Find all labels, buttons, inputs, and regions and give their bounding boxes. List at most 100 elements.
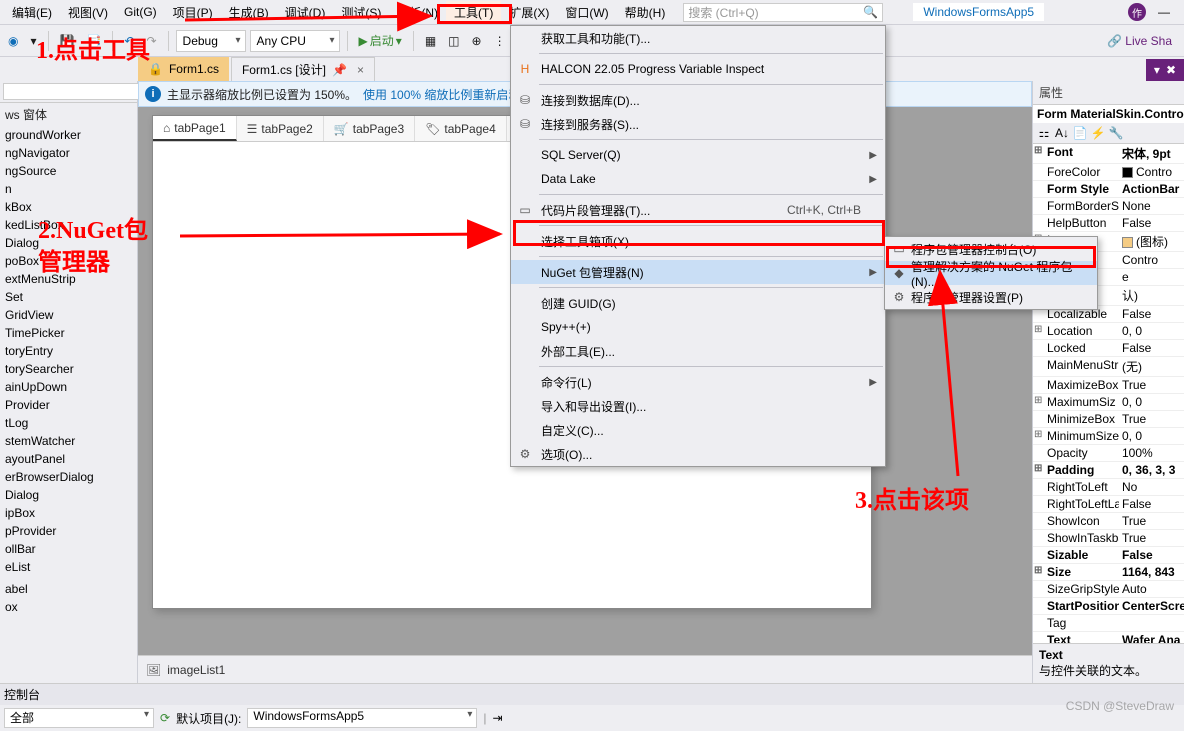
tool-icon-1[interactable]: ▦ bbox=[421, 32, 440, 50]
toolbox-list[interactable]: groundWorkerngNavigatorngSourcenkBoxkedL… bbox=[0, 126, 137, 616]
indent-icon[interactable]: ⇥ bbox=[493, 711, 503, 725]
nuget-menu-item[interactable]: ⚙程序包管理器设置(P) bbox=[885, 285, 1097, 309]
doc-tab-options[interactable]: ▾✖ bbox=[1146, 59, 1184, 81]
tool-icon-4[interactable]: ⋮ bbox=[490, 32, 510, 50]
platform-dropdown[interactable]: Any CPU bbox=[250, 30, 340, 52]
property-row[interactable]: FormBorderSNone bbox=[1033, 198, 1184, 215]
property-row[interactable]: TextWafer Ana bbox=[1033, 632, 1184, 643]
property-row[interactable]: Location0, 0 bbox=[1033, 323, 1184, 340]
property-row[interactable]: StartPositionCenterScre bbox=[1033, 598, 1184, 615]
toolbox-item[interactable]: tLog bbox=[0, 414, 137, 432]
tools-menu-item[interactable]: ▭代码片段管理器(T)...Ctrl+K, Ctrl+B bbox=[511, 198, 885, 222]
property-row[interactable]: ForeColorContro bbox=[1033, 164, 1184, 181]
menu-debug[interactable]: 调试(D) bbox=[277, 1, 334, 24]
toolbox-item[interactable]: erBrowserDialog bbox=[0, 468, 137, 486]
account-icon[interactable]: 作 bbox=[1128, 3, 1146, 21]
toolbox-item[interactable]: ainUpDown bbox=[0, 378, 137, 396]
property-row[interactable]: Opacity100% bbox=[1033, 445, 1184, 462]
tool-icon-3[interactable]: ⊕ bbox=[468, 32, 486, 50]
toolbox-item[interactable]: Provider bbox=[0, 396, 137, 414]
toolbox-item[interactable]: Dialog bbox=[0, 486, 137, 504]
menu-edit[interactable]: 编辑(E) bbox=[4, 1, 60, 24]
property-row[interactable]: HelpButtonFalse bbox=[1033, 215, 1184, 232]
menu-view[interactable]: 视图(V) bbox=[60, 1, 116, 24]
tools-menu-item[interactable]: Spy++(+) bbox=[511, 315, 885, 339]
tools-menu-item[interactable]: 自定义(C)... bbox=[511, 418, 885, 442]
menu-build[interactable]: 生成(B) bbox=[221, 1, 277, 24]
toolbox-item[interactable]: eList bbox=[0, 558, 137, 576]
default-project-dropdown[interactable]: WindowsFormsApp5 bbox=[247, 708, 477, 728]
tab-form1-cs[interactable]: 🔒Form1.cs bbox=[138, 57, 229, 81]
minimize-icon[interactable]: — bbox=[1158, 5, 1170, 19]
toolbox-item[interactable]: ollBar bbox=[0, 540, 137, 558]
toolbox-item[interactable]: ngSource bbox=[0, 162, 137, 180]
property-row[interactable]: Font宋体, 9pt bbox=[1033, 144, 1184, 164]
refresh-icon[interactable]: ⟳ bbox=[160, 711, 170, 725]
live-share[interactable]: 🔗 Live Sha bbox=[1107, 34, 1180, 48]
form-tab-4[interactable]: 🏷tabPage4 bbox=[415, 116, 507, 141]
toolbox-item[interactable]: torySearcher bbox=[0, 360, 137, 378]
nav-back-icon[interactable]: ◉ bbox=[4, 32, 22, 50]
package-source-dropdown[interactable]: 全部 bbox=[4, 708, 154, 728]
toolbox-item[interactable]: groundWorker bbox=[0, 126, 137, 144]
toolbox-item[interactable]: toryEntry bbox=[0, 342, 137, 360]
tools-menu-item[interactable]: 获取工具和功能(T)... bbox=[511, 26, 885, 50]
menu-git[interactable]: Git(G) bbox=[116, 2, 165, 22]
form-tab-2[interactable]: ☰tabPage2 bbox=[237, 116, 324, 141]
tools-menu-item[interactable]: ⛁连接到数据库(D)... bbox=[511, 88, 885, 112]
tools-menu-item[interactable]: ⛁连接到服务器(S)... bbox=[511, 112, 885, 136]
wrench-icon[interactable]: 🔧 bbox=[1108, 125, 1124, 141]
toolbox-item[interactable]: abel bbox=[0, 580, 137, 598]
tools-menu-item[interactable]: SQL Server(Q)▶ bbox=[511, 143, 885, 167]
menu-window[interactable]: 窗口(W) bbox=[557, 1, 616, 24]
toolbox-item[interactable]: GridView bbox=[0, 306, 137, 324]
tray-item[interactable]: imageList1 bbox=[167, 663, 225, 677]
menu-test[interactable]: 测试(S) bbox=[333, 1, 389, 24]
property-row[interactable]: MaximumSiz0, 0 bbox=[1033, 394, 1184, 411]
form-tab-3[interactable]: 🛒tabPage3 bbox=[324, 116, 415, 141]
property-row[interactable]: ShowInTaskbaTrue bbox=[1033, 530, 1184, 547]
tools-menu-item[interactable]: Data Lake▶ bbox=[511, 167, 885, 191]
property-row[interactable]: SizableFalse bbox=[1033, 547, 1184, 564]
toolbox-item[interactable]: ngNavigator bbox=[0, 144, 137, 162]
toolbox-item[interactable]: TimePicker bbox=[0, 324, 137, 342]
component-tray[interactable]: 🖼 imageList1 bbox=[138, 655, 1032, 683]
toolbox-item[interactable]: stemWatcher bbox=[0, 432, 137, 450]
properties-grid[interactable]: Font宋体, 9ptForeColorControForm StyleActi… bbox=[1033, 144, 1184, 643]
toolbox-item[interactable]: n bbox=[0, 180, 137, 198]
toolbox-category[interactable]: ws 窗体 bbox=[0, 103, 137, 126]
toolbox-item[interactable]: ox bbox=[0, 598, 137, 616]
toolbox-item[interactable]: pProvider bbox=[0, 522, 137, 540]
property-row[interactable]: SizeGripStyleAuto bbox=[1033, 581, 1184, 598]
toolbox-item[interactable]: ipBox bbox=[0, 504, 137, 522]
toolbox-search[interactable] bbox=[3, 83, 153, 100]
property-row[interactable]: MaximizeBoxTrue bbox=[1033, 377, 1184, 394]
menu-project[interactable]: 项目(P) bbox=[165, 1, 221, 24]
property-row[interactable]: LockedFalse bbox=[1033, 340, 1184, 357]
config-dropdown[interactable]: Debug bbox=[176, 30, 246, 52]
tools-menu-item[interactable]: ⚙选项(O)... bbox=[511, 442, 885, 466]
close-icon[interactable]: × bbox=[357, 63, 364, 77]
pin-icon[interactable]: 📌 bbox=[332, 63, 347, 77]
restart-100-link[interactable]: 使用 100% 缩放比例重新启动 bbox=[363, 86, 520, 103]
start-button[interactable]: ▶ 启动 ▾ bbox=[355, 30, 406, 51]
property-row[interactable]: Size1164, 843 bbox=[1033, 564, 1184, 581]
categorize-icon[interactable]: ⚏ bbox=[1036, 125, 1052, 141]
property-row[interactable]: ShowIconTrue bbox=[1033, 513, 1184, 530]
property-row[interactable]: RightToLeftNo bbox=[1033, 479, 1184, 496]
tools-menu-item[interactable]: 命令行(L)▶ bbox=[511, 370, 885, 394]
property-row[interactable]: RightToLeftLaFalse bbox=[1033, 496, 1184, 513]
toolbox-item[interactable]: Set bbox=[0, 288, 137, 306]
tools-menu-item[interactable]: 导入和导出设置(I)... bbox=[511, 394, 885, 418]
property-row[interactable]: MainMenuStr(无) bbox=[1033, 357, 1184, 377]
property-row[interactable]: Form StyleActionBar bbox=[1033, 181, 1184, 198]
menu-help[interactable]: 帮助(H) bbox=[617, 1, 674, 24]
tools-menu-item[interactable]: HHALCON 22.05 Progress Variable Inspect bbox=[511, 57, 885, 81]
form-tab-1[interactable]: ⌂tabPage1 bbox=[153, 116, 237, 141]
gear-icon[interactable]: ✖ bbox=[1166, 63, 1176, 77]
props-icon[interactable]: 📄 bbox=[1072, 125, 1088, 141]
events-icon[interactable]: ⚡ bbox=[1090, 125, 1106, 141]
alpha-icon[interactable]: A↓ bbox=[1054, 125, 1070, 141]
tools-menu-item[interactable]: NuGet 包管理器(N)▶ bbox=[511, 260, 885, 284]
tools-menu-item[interactable]: 外部工具(E)... bbox=[511, 339, 885, 363]
